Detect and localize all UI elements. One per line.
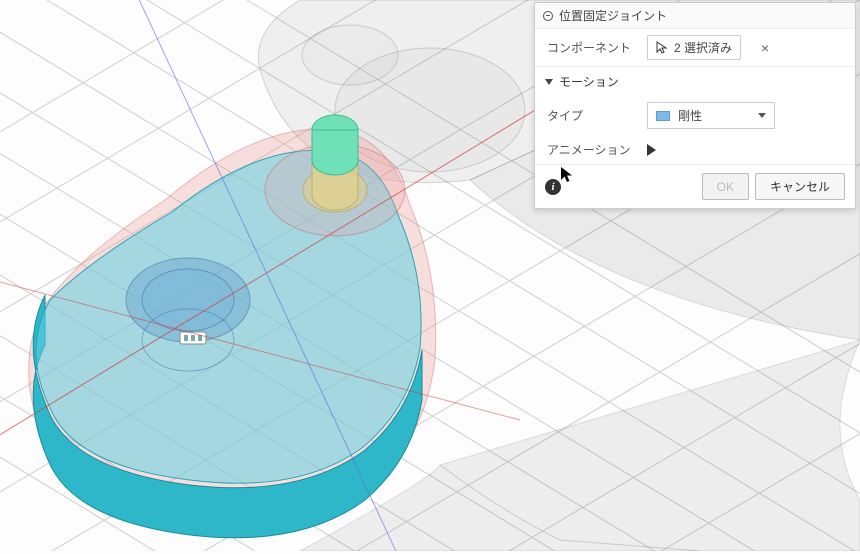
play-button[interactable] [647, 144, 656, 156]
type-label: タイプ [547, 107, 637, 124]
collapse-icon[interactable] [543, 11, 553, 21]
chevron-down-icon [758, 113, 766, 118]
cursor-icon [656, 41, 668, 55]
info-icon[interactable]: i [545, 179, 561, 195]
component-selected-text: 2 選択済み [674, 39, 732, 56]
component-row: コンポーネント 2 選択済み × [535, 29, 855, 66]
panel-title: 位置固定ジョイント [559, 7, 667, 24]
panel-footer: i OK キャンセル [535, 164, 855, 208]
motion-section-header[interactable]: モーション [535, 66, 855, 96]
panel-header[interactable]: 位置固定ジョイント [535, 3, 855, 29]
component-selection[interactable]: 2 選択済み [647, 35, 741, 60]
motion-section-label: モーション [559, 73, 619, 90]
animation-label: アニメーション [547, 141, 637, 158]
component-label: コンポーネント [547, 39, 637, 56]
type-row: タイプ 剛性 [535, 96, 855, 135]
as-built-joint-panel: 位置固定ジョイント コンポーネント 2 選択済み × モーション タイプ 剛性 … [534, 2, 856, 209]
animation-row: アニメーション [535, 135, 855, 164]
rigid-type-icon [656, 111, 670, 121]
type-value: 剛性 [678, 107, 702, 124]
clear-selection-button[interactable]: × [757, 40, 773, 56]
cancel-button[interactable]: キャンセル [755, 173, 845, 200]
chevron-down-icon [545, 79, 553, 85]
type-select[interactable]: 剛性 [647, 102, 775, 129]
ok-button[interactable]: OK [702, 173, 749, 200]
